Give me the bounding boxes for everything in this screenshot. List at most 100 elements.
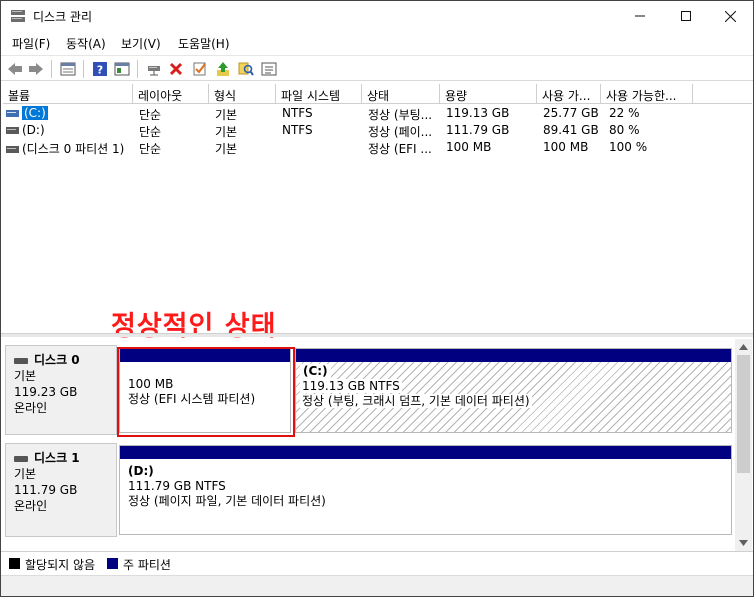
- chevron-up-icon: [739, 344, 748, 350]
- partition-size: 119.13 GB NTFS: [300, 379, 402, 393]
- disk-icon: [14, 357, 28, 364]
- type-cell: 기본: [215, 142, 238, 156]
- capacity-cell: 119.13 GB: [446, 106, 510, 120]
- column-percent-free[interactable]: 사용 가능한...: [601, 84, 693, 104]
- layout-cell: 단순: [139, 142, 162, 156]
- disk-0-name: 디스크 0: [14, 352, 116, 368]
- partition-bar: [296, 349, 731, 362]
- legend-swatch-primary: [107, 558, 118, 569]
- disk-1-info[interactable]: 디스크 1 기본 111.79 GB 온라인: [5, 443, 117, 537]
- maximize-button[interactable]: [663, 1, 709, 31]
- volume-row[interactable]: (디스크 0 파티션 1) 단순 기본 정상 (EFI ... 100 MB 1…: [3, 139, 752, 156]
- legend-label-primary: 주 파티션: [123, 558, 171, 572]
- menu-view[interactable]: 보기(V): [121, 35, 161, 52]
- menu-bar: 파일(F) 동작(A) 보기(V) 도움말(H): [1, 31, 753, 53]
- partition-label: (D:): [128, 464, 154, 478]
- check-button[interactable]: [191, 60, 209, 78]
- layout-cell: 단순: [139, 125, 162, 139]
- toolbar: ?: [1, 55, 753, 81]
- percent-free-cell: 80 %: [609, 123, 640, 137]
- properties-button[interactable]: [59, 60, 77, 78]
- column-filesystem[interactable]: 파일 시스템: [276, 84, 362, 104]
- partition-c-body: (C:) 119.13 GB NTFS 정상 (부팅, 크래시 덤프, 기본 데…: [296, 362, 731, 432]
- volume-cell: (D:): [6, 122, 131, 139]
- delete-button[interactable]: [167, 60, 185, 78]
- search-button[interactable]: [237, 60, 255, 78]
- scroll-down-button[interactable]: [735, 535, 752, 551]
- disk-1-type: 기본: [14, 467, 37, 481]
- free-space-cell: 89.41 GB: [543, 123, 599, 137]
- pane-splitter[interactable]: [1, 333, 753, 337]
- legend-label-unallocated: 할당되지 않음: [25, 558, 96, 572]
- partition-label: (C:): [300, 364, 331, 379]
- close-button[interactable]: [707, 1, 753, 31]
- volume-icon: [6, 110, 19, 117]
- volume-cell: (C:): [6, 105, 131, 122]
- column-layout[interactable]: 레이아웃: [133, 84, 209, 104]
- console-tree-icon: [114, 62, 130, 76]
- scroll-thumb[interactable]: [737, 355, 750, 473]
- filesystem-cell: NTFS: [282, 123, 313, 137]
- menu-help[interactable]: 도움말(H): [178, 35, 230, 52]
- volume-icon: [6, 146, 19, 153]
- title-bar: 디스크 관리: [1, 1, 753, 31]
- details-button[interactable]: [260, 60, 278, 78]
- menu-action[interactable]: 동작(A): [66, 35, 106, 52]
- column-volume[interactable]: 볼륨: [3, 84, 133, 104]
- forward-button[interactable]: [27, 60, 45, 78]
- capacity-cell: 111.79 GB: [446, 123, 510, 137]
- toolbar-separator: [137, 60, 138, 78]
- filesystem-cell: NTFS: [282, 106, 313, 120]
- minimize-button[interactable]: [617, 1, 663, 31]
- disk-1-name: 디스크 1: [14, 450, 116, 466]
- volume-row[interactable]: (D:) 단순 기본 NTFS 정상 (페이... 111.79 GB 89.4…: [3, 122, 752, 139]
- percent-free-cell: 100 %: [609, 140, 648, 154]
- partition-status: 정상 (부팅, 크래시 덤프, 기본 데이터 파티션): [300, 394, 532, 408]
- partition-d[interactable]: (D:) 111.79 GB NTFS 정상 (페이지 파일, 기본 데이터 파…: [119, 445, 732, 535]
- disk-management-window: 디스크 관리 파일(F) 동작(A) 보기(V) 도움말(H) ? 볼륨 레이아…: [0, 0, 754, 597]
- vertical-scrollbar[interactable]: [735, 339, 752, 551]
- toolbar-separator: [51, 60, 52, 78]
- free-space-cell: 25.77 GB: [543, 106, 599, 120]
- status-cell: 정상 (페이...: [368, 125, 433, 139]
- back-button[interactable]: [6, 60, 24, 78]
- type-cell: 기본: [215, 125, 238, 139]
- details-icon: [261, 62, 277, 76]
- column-free-space[interactable]: 사용 가...: [537, 84, 601, 104]
- volume-icon: [6, 127, 19, 134]
- forward-icon: [29, 63, 43, 75]
- type-cell: 기본: [215, 108, 238, 122]
- column-status[interactable]: 상태: [362, 84, 440, 104]
- disk-1-status: 온라인: [14, 499, 48, 513]
- check-icon: [193, 62, 206, 76]
- column-capacity[interactable]: 용량: [440, 84, 537, 104]
- status-bar: [1, 575, 753, 596]
- menu-file[interactable]: 파일(F): [12, 35, 50, 52]
- column-type[interactable]: 형식: [209, 84, 276, 104]
- free-space-cell: 100 MB: [543, 140, 589, 154]
- partition-status: 정상 (페이지 파일, 기본 데이터 파티션): [128, 494, 326, 508]
- percent-free-cell: 22 %: [609, 106, 640, 120]
- console-tree-button[interactable]: [113, 60, 131, 78]
- disk-1-size: 111.79 GB: [14, 483, 78, 497]
- partition-c[interactable]: (C:) 119.13 GB NTFS 정상 (부팅, 크래시 덤프, 기본 데…: [295, 348, 732, 433]
- volume-list-header: 볼륨 레이아웃 형식 파일 시스템 상태 용량 사용 가... 사용 가능한..…: [3, 84, 752, 104]
- volume-name: (C:): [22, 106, 48, 120]
- back-icon: [8, 63, 22, 75]
- up-button[interactable]: [214, 60, 232, 78]
- volume-row[interactable]: (C:) 단순 기본 NTFS 정상 (부팅... 119.13 GB 25.7…: [3, 105, 752, 122]
- up-icon: [217, 62, 229, 76]
- window-title: 디스크 관리: [33, 10, 93, 24]
- disk-0-info[interactable]: 디스크 0 기본 119.23 GB 온라인: [5, 345, 117, 435]
- legend-bar: 할당되지 않음 주 파티션: [1, 551, 753, 575]
- delete-icon: [169, 62, 183, 76]
- help-button[interactable]: ?: [91, 60, 109, 78]
- toolbar-separator: [83, 60, 84, 78]
- capacity-cell: 100 MB: [446, 140, 492, 154]
- legend-swatch-unallocated: [9, 558, 20, 569]
- highlight-box: [117, 347, 295, 437]
- connect-button[interactable]: [145, 60, 163, 78]
- svg-text:?: ?: [97, 64, 103, 77]
- scroll-up-button[interactable]: [735, 339, 752, 355]
- status-cell: 정상 (EFI ...: [368, 142, 432, 156]
